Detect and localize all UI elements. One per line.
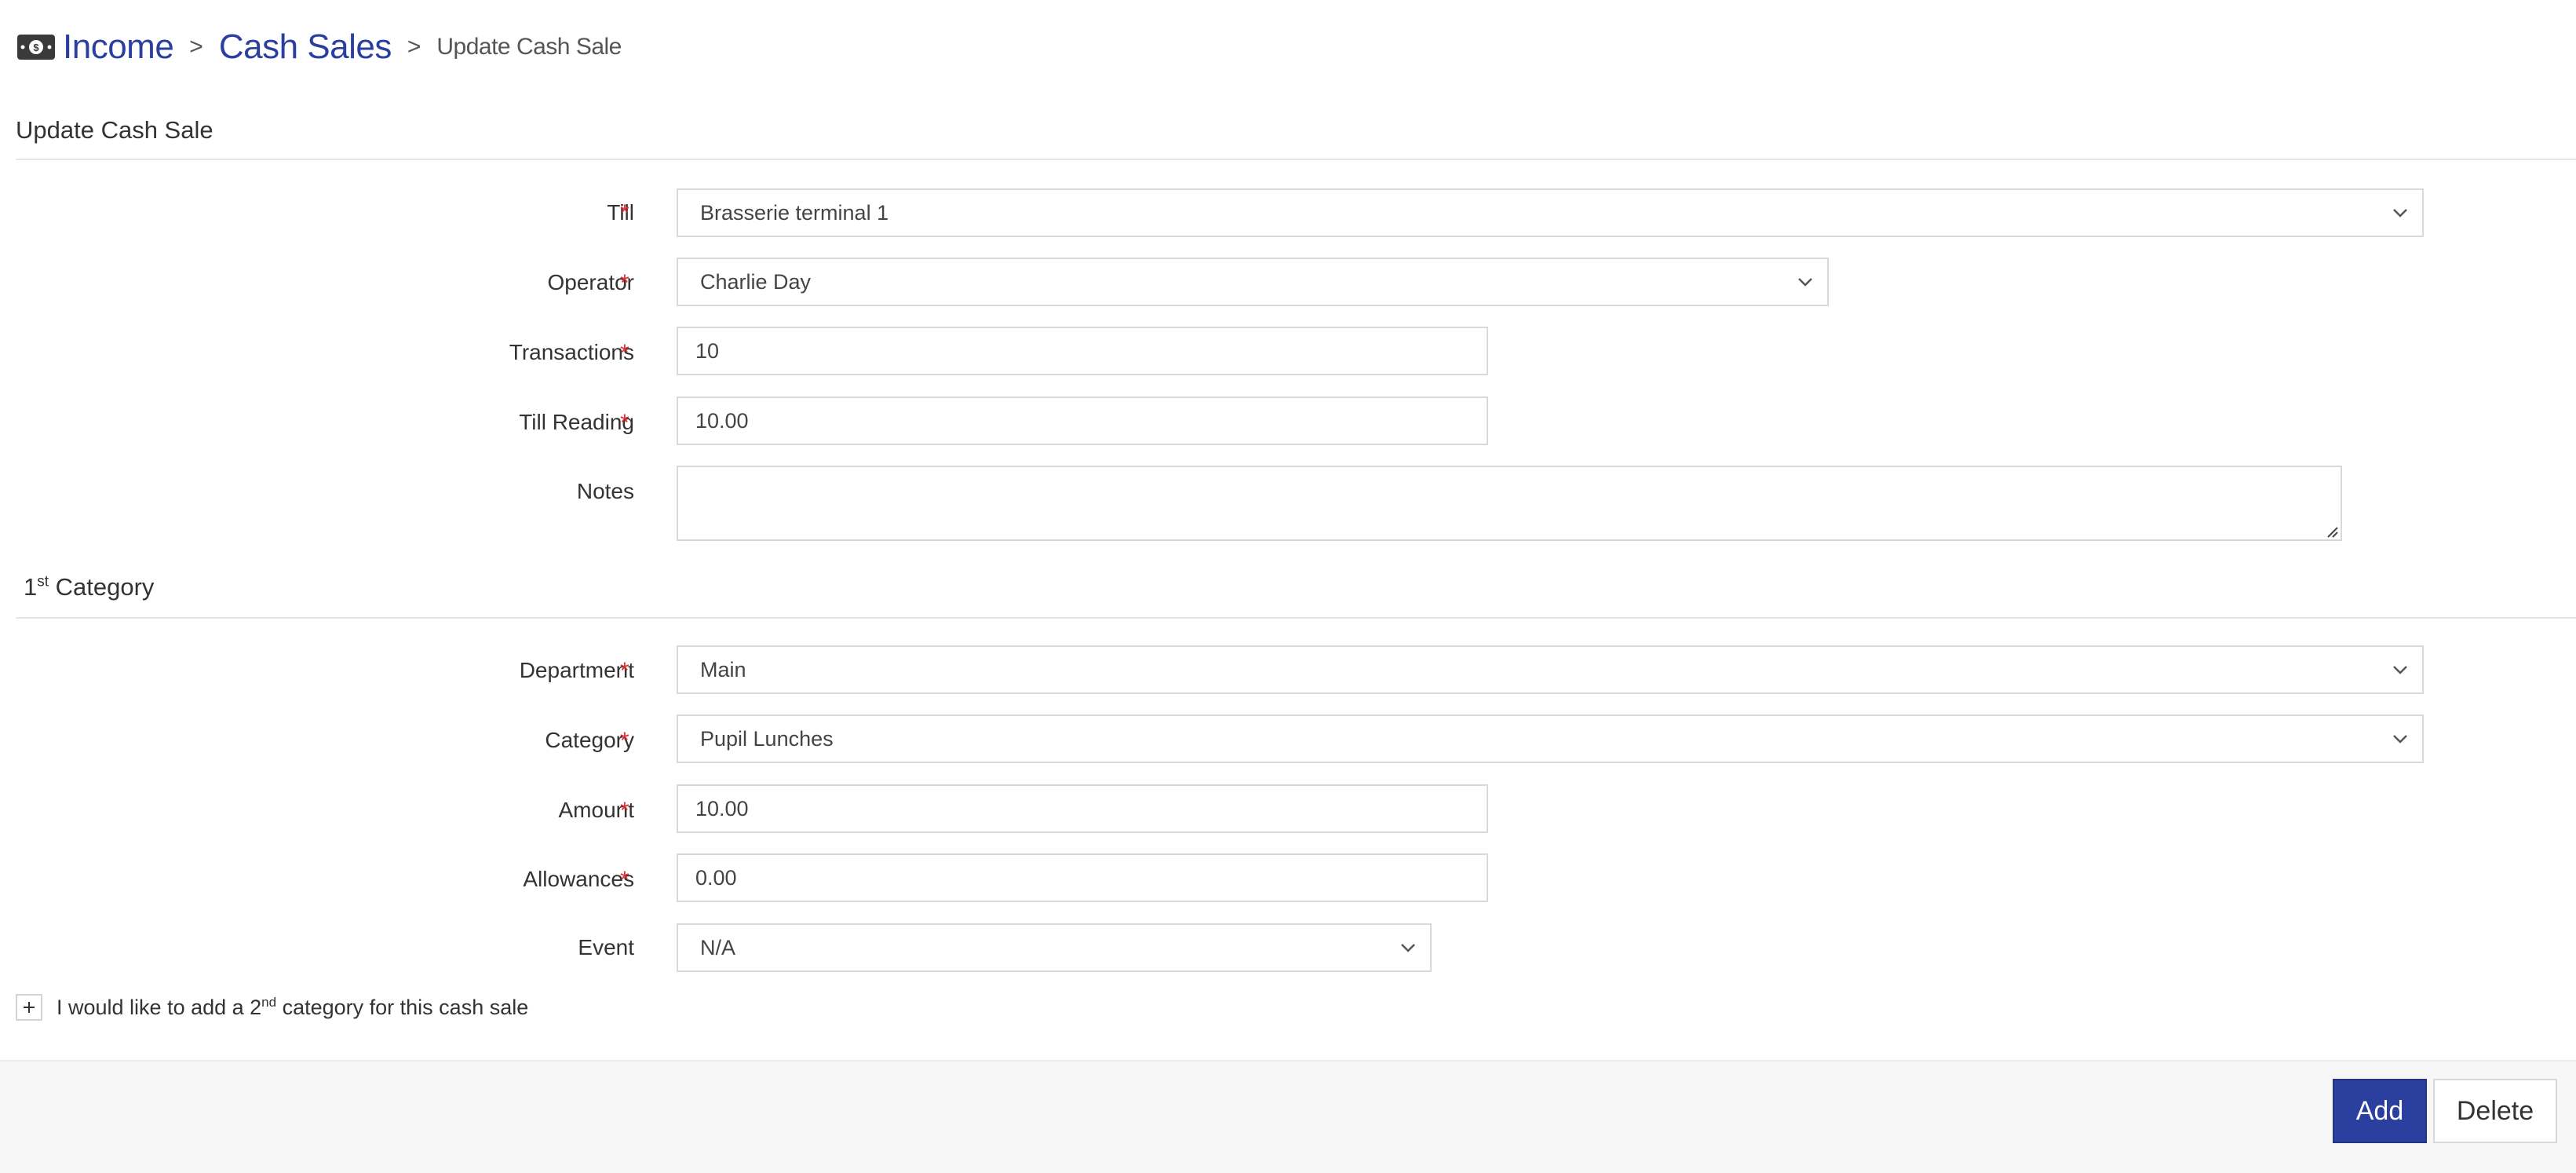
required-marker: *: [620, 798, 629, 824]
allowances-input[interactable]: [677, 853, 1488, 902]
required-marker: *: [620, 658, 629, 684]
event-label: Event: [578, 935, 634, 959]
add-category-text-before: I would like to add a 2: [57, 996, 262, 1019]
event-select[interactable]: N/A: [677, 923, 1432, 972]
till-select-value: Brasserie terminal 1: [700, 200, 889, 225]
department-select-value: Main: [700, 657, 746, 682]
till-select[interactable]: Brasserie terminal 1: [677, 188, 2424, 237]
chevron-down-icon: [2378, 716, 2422, 762]
add-second-category-toggle[interactable]: I would like to add a 2nd category for t…: [16, 994, 528, 1021]
transactions-input[interactable]: [677, 327, 1488, 375]
section-divider: [16, 159, 2576, 160]
required-marker: *: [620, 270, 629, 296]
add-category-text-sup: nd: [261, 995, 277, 1010]
breadcrumb: $ Income > Cash Sales > Update Cash Sale: [17, 24, 622, 71]
category-select[interactable]: Pupil Lunches: [677, 714, 2424, 763]
till-reading-label: Till Reading: [519, 410, 634, 434]
delete-button[interactable]: Delete: [2433, 1079, 2557, 1143]
breadcrumb-current: Update Cash Sale: [436, 34, 622, 60]
operator-select[interactable]: Charlie Day: [677, 258, 1829, 306]
required-marker: *: [620, 410, 629, 436]
category-select-value: Pupil Lunches: [700, 726, 834, 751]
form-footer: [0, 1060, 2576, 1173]
chevron-down-icon: [1783, 259, 1827, 305]
breadcrumb-cash-sales-link[interactable]: Cash Sales: [219, 27, 392, 67]
add-button[interactable]: Add: [2333, 1079, 2427, 1143]
section-divider: [16, 617, 2576, 619]
breadcrumb-separator: >: [189, 34, 203, 60]
category-title-sup: st: [37, 573, 49, 590]
required-marker: *: [620, 867, 629, 893]
section-title-update-cash-sale: Update Cash Sale: [16, 116, 213, 144]
breadcrumb-separator: >: [407, 34, 421, 60]
category-title-text: Category: [49, 573, 155, 601]
resize-grip-icon[interactable]: [2325, 524, 2339, 539]
section-title-category: 1st Category: [24, 573, 154, 601]
transactions-label: Transactions: [509, 340, 634, 364]
required-marker: *: [620, 200, 629, 226]
event-select-value: N/A: [700, 935, 736, 959]
till-reading-input[interactable]: [677, 396, 1488, 445]
chevron-down-icon: [2378, 190, 2422, 236]
allowances-label: Allowances: [523, 867, 634, 891]
add-category-text-after: category for this cash sale: [276, 996, 529, 1019]
page: $ Income > Cash Sales > Update Cash Sale…: [0, 0, 2576, 1173]
chevron-down-icon: [2378, 647, 2422, 692]
operator-select-value: Charlie Day: [700, 269, 812, 294]
breadcrumb-income-link[interactable]: Income: [63, 27, 174, 67]
chevron-down-icon: [1386, 925, 1430, 970]
category-title-number: 1: [24, 573, 38, 601]
notes-label: Notes: [576, 479, 634, 503]
svg-text:$: $: [33, 42, 39, 53]
required-marker: *: [620, 728, 629, 754]
department-label: Department: [519, 658, 634, 682]
plus-icon[interactable]: [16, 994, 42, 1021]
cash-icon: $: [17, 33, 57, 61]
amount-input[interactable]: [677, 784, 1488, 833]
notes-textarea[interactable]: [677, 466, 2342, 541]
required-marker: *: [620, 340, 629, 366]
department-select[interactable]: Main: [677, 645, 2424, 694]
add-second-category-label: I would like to add a 2nd category for t…: [57, 995, 528, 1020]
